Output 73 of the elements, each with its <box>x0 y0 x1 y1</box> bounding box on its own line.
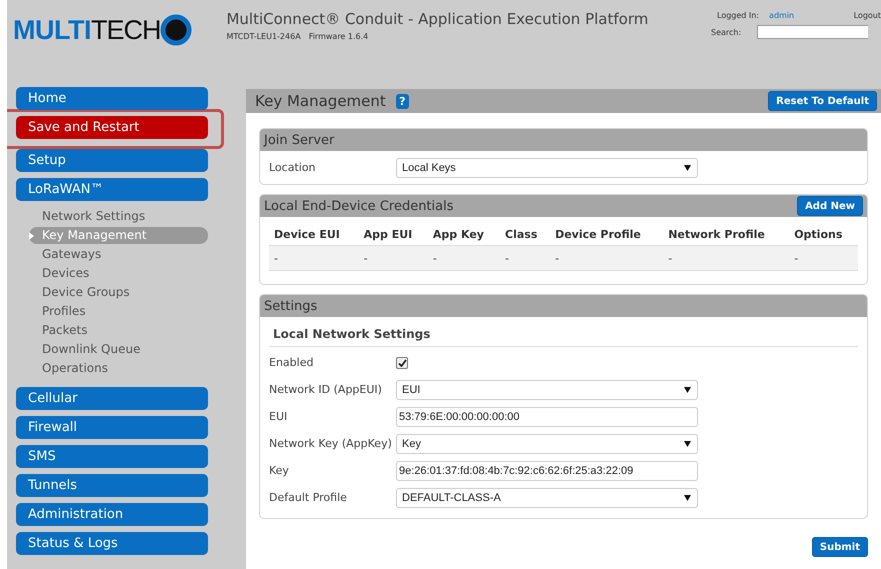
select-field[interactable]: Key <box>396 434 698 454</box>
submenu-item[interactable]: Key Management <box>29 227 208 244</box>
column-header: App EUI <box>358 223 428 246</box>
input-field[interactable]: 53:79:6E:00:00:00:00:00 <box>396 406 698 426</box>
check-icon <box>398 358 406 366</box>
table-cell: - <box>358 246 428 270</box>
caret-icon <box>684 494 691 500</box>
menu-button[interactable]: Home <box>16 87 208 110</box>
search-field[interactable] <box>757 25 868 39</box>
caret-icon <box>684 440 691 446</box>
menu-button[interactable]: LoRaWAN™ <box>16 178 208 201</box>
table-cell: - <box>500 246 550 270</box>
help-button[interactable]: ? <box>396 94 409 108</box>
menu-button[interactable]: Administration <box>16 503 208 526</box>
table-cell: - <box>663 246 790 270</box>
caret-icon <box>684 164 691 170</box>
column-header: App Key <box>428 223 500 246</box>
submenu-item[interactable]: Gateways <box>16 246 208 263</box>
table-cell: - <box>428 246 500 270</box>
menu-button[interactable]: Cellular <box>16 387 208 410</box>
table-cell: - <box>269 246 359 270</box>
input-field[interactable]: 9e:26:01:37:fd:08:4b:7c:92:c6:62:6f:25:a3:22:09 <box>396 460 698 480</box>
model-text: MTCDT-LEU1-246A <box>226 32 301 41</box>
field-label: Network Key (AppKey) <box>269 437 393 450</box>
table-cell: - <box>550 246 664 270</box>
page-title: Key Management <box>255 92 386 110</box>
menu-button[interactable]: Firewall <box>16 416 208 439</box>
submenu-item[interactable]: Operations <box>16 360 208 377</box>
menu-button[interactable]: Tunnels <box>16 474 208 497</box>
menu-button[interactable]: Status & Logs <box>16 532 208 555</box>
checkbox[interactable] <box>396 356 408 368</box>
menu-button[interactable]: Setup <box>16 149 208 172</box>
app-title: MultiConnect® Conduit - Application Execution Platform <box>226 10 648 28</box>
field-label: Default Profile <box>269 491 348 504</box>
submenu-item[interactable]: Devices <box>16 265 208 282</box>
logged-in-label: Logged In: <box>717 11 760 20</box>
menu-button[interactable]: SMS <box>16 445 208 468</box>
column-header: Device EUI <box>269 223 359 246</box>
select-field[interactable]: DEFAULT-CLASS-A <box>396 488 698 508</box>
submenu-item[interactable]: Device Groups <box>16 284 208 301</box>
user-link[interactable]: admin <box>769 11 794 20</box>
logout-link[interactable]: Logout <box>854 11 881 20</box>
reset-button[interactable]: Reset To Default <box>768 91 877 111</box>
select-field[interactable]: EUI <box>396 380 698 400</box>
select-field[interactable]: Local Keys <box>396 158 698 178</box>
column-header: Class <box>500 223 550 246</box>
search-label: Search: <box>711 28 742 36</box>
submenu-item[interactable]: Network Settings <box>16 208 208 225</box>
firmware-text: Firmware 1.6.4 <box>308 32 368 41</box>
menu-button[interactable]: Save and Restart <box>16 116 208 139</box>
subsection-title: Local Network Settings <box>269 323 858 347</box>
submenu-item[interactable]: Packets <box>16 322 208 339</box>
submit-button[interactable]: Submit <box>812 537 868 557</box>
field-label: Network ID (AppEUI) <box>269 383 383 396</box>
column-header: Device Profile <box>550 223 664 246</box>
arrow-icon <box>29 232 34 240</box>
column-header: Network Profile <box>663 223 790 246</box>
logo-text: MULTI <box>13 14 91 46</box>
section-title: Settings <box>264 298 318 314</box>
table-cell: - <box>789 246 858 270</box>
field-label: EUI <box>269 410 288 423</box>
field-label: Key <box>269 464 290 477</box>
logo-circle-icon <box>160 14 192 46</box>
section-title: Join Server <box>264 132 334 148</box>
field-label: Location <box>269 161 317 174</box>
submenu-item[interactable]: Profiles <box>16 303 208 320</box>
submenu-item[interactable]: Downlink Queue <box>16 341 208 358</box>
add-new-button[interactable]: Add New <box>797 196 863 216</box>
field-label: Enabled <box>269 356 314 369</box>
column-header: Options <box>789 223 858 246</box>
logo-text: TECH <box>90 14 160 46</box>
section-title: Local End-Device Credentials <box>264 198 454 214</box>
caret-icon <box>684 386 691 392</box>
